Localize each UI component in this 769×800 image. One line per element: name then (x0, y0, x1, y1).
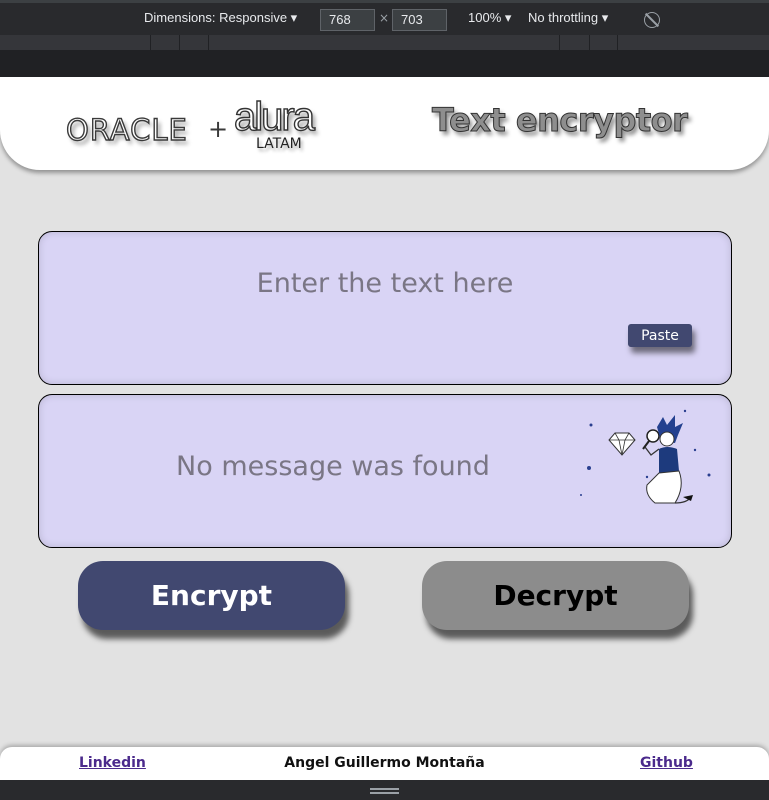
dimensions-dropdown[interactable]: Dimensions: Responsive ▾ (144, 10, 297, 26)
logo-alura-text: alura (233, 94, 315, 139)
site-footer: Angel Guillermo Montaña Linkedin Github (0, 747, 769, 780)
linkedin-link[interactable]: Linkedin (79, 755, 146, 771)
rotate-icon[interactable] (644, 12, 660, 28)
zoom-dropdown[interactable]: 100% ▾ (468, 10, 511, 26)
input-panel: Paste (38, 231, 732, 385)
media-query-ruler (0, 35, 769, 51)
encrypt-button[interactable]: Encrypt (78, 561, 345, 630)
no-message-text: No message was found (176, 451, 490, 482)
logo-oracle-text: ORACLE (65, 112, 188, 147)
text-input[interactable] (39, 232, 731, 384)
width-input[interactable]: 768 (320, 9, 375, 31)
person-with-magnifier-illustration (580, 409, 711, 504)
page-title: Text encryptor (431, 101, 688, 140)
times-separator: × (379, 11, 390, 25)
resize-handle[interactable] (370, 788, 399, 794)
paste-button[interactable]: Paste (628, 324, 692, 347)
devtools-resize-bar (0, 780, 769, 800)
output-panel: No message was found (38, 394, 732, 548)
site-header: ORACLE + alura LATAM Text encryptor (0, 77, 769, 170)
decrypt-button[interactable]: Decrypt (422, 561, 689, 630)
page-viewport: ORACLE + alura LATAM Text encryptor Past… (0, 77, 769, 780)
height-input[interactable]: 703 (392, 9, 447, 31)
throttling-dropdown[interactable]: No throttling ▾ (528, 10, 608, 26)
logo-latam-text: LATAM (256, 136, 302, 152)
devtools-toolbar: Dimensions: Responsive ▾ 768 × 703 100% … (0, 0, 769, 35)
github-link[interactable]: Github (640, 755, 693, 771)
logo-plus: + (208, 115, 229, 143)
